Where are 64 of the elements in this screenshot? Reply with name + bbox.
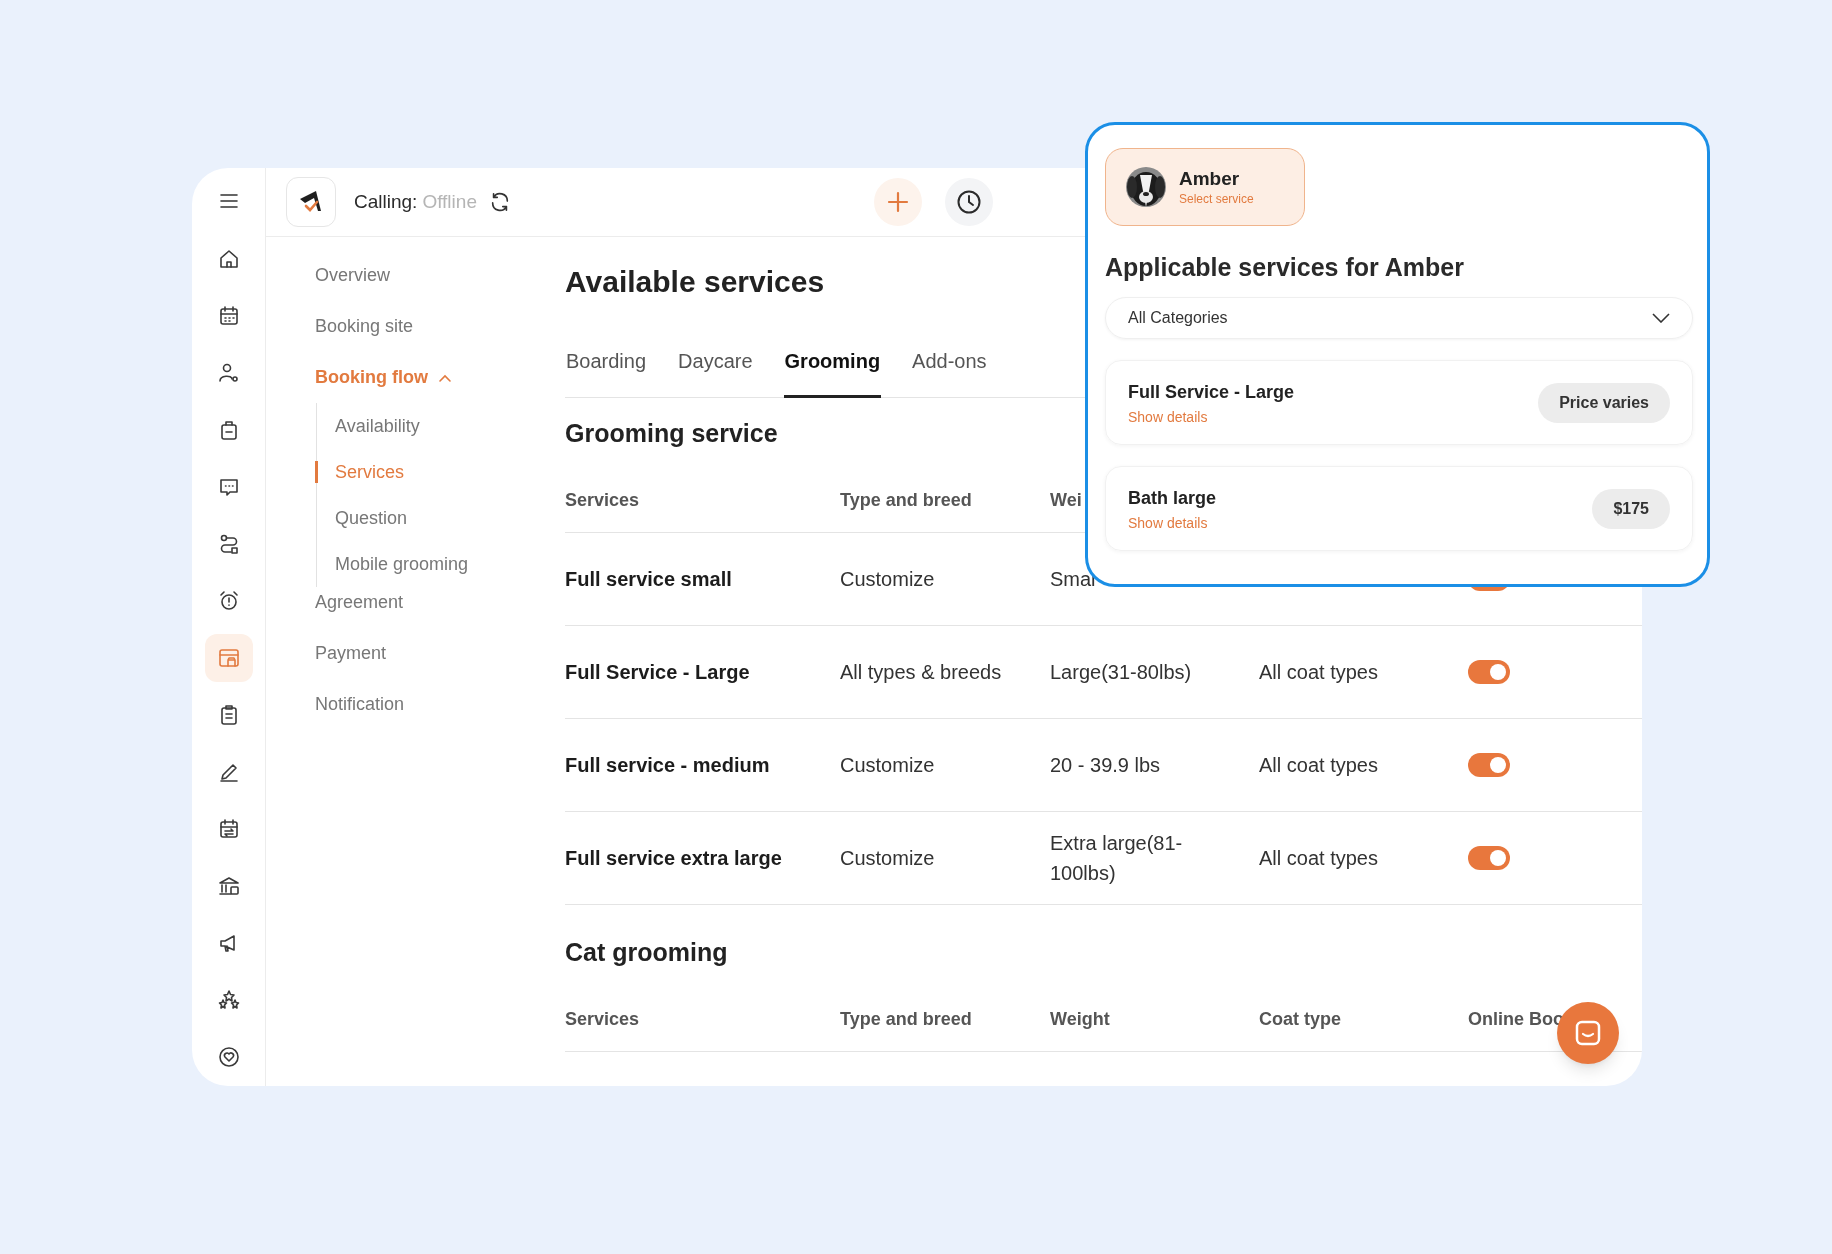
submenu-item[interactable]: Availability	[335, 412, 420, 440]
table-cell-text: Full service - medium	[565, 753, 770, 778]
column-header: Coat type	[1259, 1008, 1341, 1031]
price-badge: Price varies	[1538, 382, 1670, 423]
submenu-item[interactable]: Overview	[315, 262, 390, 289]
tab[interactable]: Grooming	[783, 324, 882, 398]
section-title: Grooming service	[565, 418, 778, 449]
chat-icon	[1574, 1019, 1602, 1047]
submenu-item[interactable]: Services	[335, 458, 405, 486]
column-header: Type and breed	[840, 1008, 972, 1031]
submenu-item[interactable]: Booking site	[315, 313, 414, 340]
toggle[interactable]	[1468, 846, 1510, 870]
service-card[interactable]: Full Service - Large Show details Price varies	[1105, 360, 1693, 445]
service-name: Bath large	[1128, 486, 1217, 510]
table-cell-text: 20 - 39.9 lbs	[1050, 753, 1161, 778]
column-header: Services	[565, 1008, 640, 1031]
price-badge: $175	[1592, 488, 1670, 529]
tab[interactable]: Daycare	[677, 324, 754, 398]
table-cell-text: All coat types	[1259, 753, 1378, 778]
column-header: Weight	[1050, 1008, 1110, 1031]
history-button[interactable]	[945, 178, 993, 226]
table-cell-text: Full service extra large	[565, 846, 782, 871]
dropdown-value: All Categories	[1128, 308, 1228, 328]
popup-title: Applicable services for Amber	[1105, 252, 1465, 283]
table-cell-text: Customize	[840, 846, 935, 871]
submenu-item[interactable]: Mobile grooming	[335, 550, 469, 578]
tab[interactable]: Add-ons	[911, 324, 988, 398]
table-cell-text: All coat types	[1259, 846, 1378, 871]
page-title: Available services	[565, 264, 825, 300]
calling-status: Offline	[422, 189, 477, 214]
pet-name: Amber	[1179, 167, 1241, 191]
submenu-item[interactable]: Question	[335, 504, 408, 532]
menu-icon	[219, 194, 238, 208]
toggle[interactable]	[1468, 753, 1510, 777]
toggle[interactable]	[1468, 660, 1510, 684]
submenu-item[interactable]: Agreement	[315, 589, 404, 616]
service-card[interactable]: Bath large Show details $175	[1105, 466, 1693, 551]
table-cell-text: Customize	[840, 753, 935, 778]
stars-icon	[216, 987, 241, 1012]
pet-chip[interactable]: Amber Select service	[1105, 148, 1305, 226]
calling-label: Calling:	[354, 189, 418, 214]
tab[interactable]: Boarding	[565, 324, 648, 398]
column-header: Services	[565, 489, 640, 512]
column-header: Wei	[1050, 489, 1082, 512]
table-cell-text: All coat types	[1259, 660, 1378, 685]
details-link[interactable]: Show details	[1128, 513, 1217, 532]
table-cell-text: Extra large(81-100lbs)	[1050, 831, 1184, 886]
chevron-icon	[1652, 313, 1670, 323]
table-cell-text: Large(31-80lbs)	[1050, 660, 1192, 685]
details-link[interactable]: Show details	[1128, 407, 1295, 426]
pet-action: Select service	[1179, 191, 1254, 207]
submenu-item[interactable]: Payment	[315, 640, 387, 667]
table-cell-text: Full Service - Large	[565, 660, 750, 685]
submenu-item[interactable]: Booking flow	[315, 364, 428, 391]
table-cell-text: Full service small	[565, 567, 732, 592]
plus-icon	[887, 191, 909, 213]
table-cell-text: All types & breeds	[840, 660, 1002, 685]
table-cell-text: Customize	[840, 567, 935, 592]
service-name: Full Service - Large	[1128, 380, 1295, 404]
column-header: Type and breed	[840, 489, 972, 512]
add-button[interactable]	[874, 178, 922, 226]
submenu-item[interactable]: Notification	[315, 691, 405, 718]
clock-icon	[956, 189, 982, 215]
section-title: Cat grooming	[565, 937, 728, 968]
